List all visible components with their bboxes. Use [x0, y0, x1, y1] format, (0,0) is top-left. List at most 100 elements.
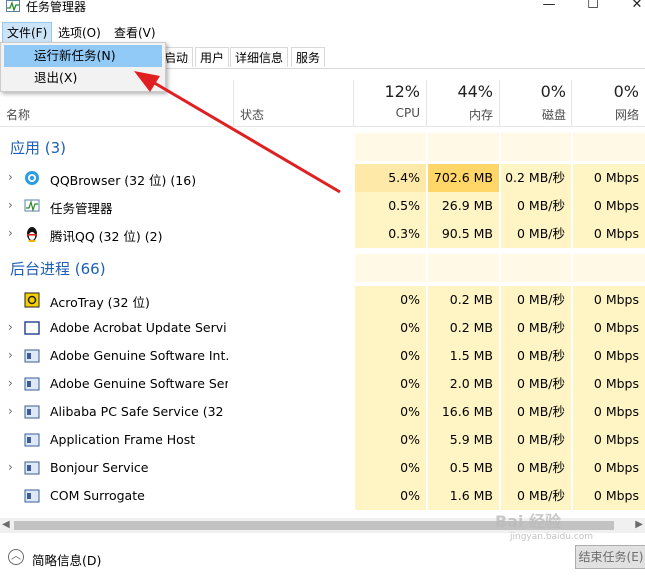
- mem-cell: 0.2 MB: [427, 314, 499, 342]
- menu-options[interactable]: 选项(O): [54, 23, 105, 42]
- header-cpu-percent[interactable]: 12%: [354, 82, 420, 101]
- acrotray-icon: [24, 292, 40, 308]
- fewer-details-link[interactable]: 简略信息(D): [32, 550, 101, 569]
- net-cell: 0 Mbps: [572, 164, 645, 192]
- header-net[interactable]: 网络: [572, 106, 639, 123]
- cpu-cell: 0%: [354, 314, 426, 342]
- process-name: Alibaba PC Safe Service (32 ...: [50, 404, 228, 419]
- mem-cell: 5.9 MB: [427, 426, 499, 454]
- header-net-percent[interactable]: 0%: [572, 82, 639, 101]
- process-row-task-manager[interactable]: › 任务管理器 0.5% 26.9 MB 0 MB/秒 0 Mbps: [0, 192, 645, 220]
- cpu-cell: 0%: [354, 482, 426, 510]
- process-row-adobe-genuine-ser[interactable]: › Adobe Genuine Software Ser... 0% 2.0 M…: [0, 370, 645, 398]
- disk-cell: 0 MB/秒: [500, 426, 571, 454]
- disk-cell: 0 MB/秒: [500, 370, 571, 398]
- cpu-cell: 0%: [354, 370, 426, 398]
- watermark-brand: Bai 经验: [495, 512, 562, 531]
- chevron-right-icon[interactable]: ›: [8, 198, 13, 212]
- header-mem[interactable]: 内存: [427, 106, 493, 123]
- chevron-right-icon[interactable]: ›: [8, 170, 13, 184]
- menu-item-exit[interactable]: 退出(X): [4, 67, 162, 89]
- net-cell: 0 Mbps: [572, 286, 645, 314]
- chevron-right-icon[interactable]: ›: [8, 376, 13, 390]
- net-cell: 0 Mbps: [572, 482, 645, 510]
- minimize-button[interactable]: —: [532, 0, 566, 13]
- heat-cell: [500, 254, 571, 282]
- process-row-qqbrowser[interactable]: › QQBrowser (32 位) (16) 5.4% 702.6 MB 0.…: [0, 164, 645, 192]
- scroll-right-icon[interactable]: ▶: [635, 519, 643, 530]
- heat-cell: [572, 133, 645, 161]
- title-bar: 任务管理器 — ☐ ✕: [0, 0, 645, 14]
- task-manager-icon: [24, 199, 40, 213]
- process-row-adobe-genuine-int[interactable]: › Adobe Genuine Software Int... 0% 1.5 M…: [0, 342, 645, 370]
- cpu-cell: 0.3%: [354, 220, 426, 248]
- process-row-acrotray[interactable]: AcroTray (32 位) 0% 0.2 MB 0 MB/秒 0 Mbps: [0, 286, 645, 314]
- task-manager-icon: [6, 0, 20, 12]
- chevron-right-icon[interactable]: ›: [8, 320, 13, 334]
- process-name: COM Surrogate: [50, 488, 145, 503]
- service-window-icon: [24, 461, 40, 475]
- process-row-com-surrogate[interactable]: COM Surrogate 0% 1.6 MB 0 MB/秒 0 Mbps: [0, 482, 645, 510]
- tab-details[interactable]: 详细信息: [230, 47, 289, 67]
- header-mem-percent[interactable]: 44%: [427, 82, 493, 101]
- mem-cell: 16.6 MB: [427, 398, 499, 426]
- cpu-cell: 0%: [354, 454, 426, 482]
- net-cell: 0 Mbps: [572, 398, 645, 426]
- heat-cell: [354, 133, 426, 161]
- process-name: Adobe Genuine Software Int...: [50, 348, 228, 363]
- heat-cell: [354, 254, 426, 282]
- chevron-right-icon[interactable]: ›: [8, 348, 13, 362]
- scroll-left-icon[interactable]: ◀: [2, 519, 10, 530]
- disk-cell: 0.2 MB/秒: [500, 164, 571, 192]
- header-disk-percent[interactable]: 0%: [500, 82, 566, 101]
- header-name[interactable]: 名称: [6, 106, 30, 123]
- chevron-right-icon[interactable]: ›: [8, 226, 13, 240]
- process-row-qq[interactable]: › 腾讯QQ (32 位) (2) 0.3% 90.5 MB 0 MB/秒 0 …: [0, 220, 645, 248]
- process-row-adobe-acrobat-update[interactable]: › Adobe Acrobat Update Servi... 0% 0.2 M…: [0, 314, 645, 342]
- cpu-cell: 0%: [354, 426, 426, 454]
- heat-cell: [572, 254, 645, 282]
- process-name: Application Frame Host: [50, 432, 196, 447]
- menu-file[interactable]: 文件(F): [2, 22, 53, 43]
- maximize-button[interactable]: ☐: [576, 0, 610, 13]
- tab-users[interactable]: 用户: [195, 47, 230, 67]
- chevron-right-icon[interactable]: ›: [8, 404, 13, 418]
- header-cpu[interactable]: CPU: [354, 106, 420, 120]
- process-row-application-frame-host[interactable]: Application Frame Host 0% 5.9 MB 0 MB/秒 …: [0, 426, 645, 454]
- service-window-icon: [24, 349, 40, 363]
- mem-cell: 2.0 MB: [427, 370, 499, 398]
- net-cell: 0 Mbps: [572, 342, 645, 370]
- column-divider[interactable]: [233, 80, 234, 126]
- process-row-alibaba-pc-safe[interactable]: › Alibaba PC Safe Service (32 ... 0% 16.…: [0, 398, 645, 426]
- close-button[interactable]: ✕: [620, 0, 645, 13]
- process-name: Adobe Genuine Software Ser...: [50, 376, 228, 391]
- process-name: Bonjour Service: [50, 460, 149, 475]
- heat-cell: [500, 133, 571, 161]
- chevron-right-icon[interactable]: ›: [8, 460, 13, 474]
- chevron-up-icon[interactable]: ︿: [8, 549, 24, 565]
- service-window-icon: [24, 489, 40, 503]
- cpu-cell: 0%: [354, 286, 426, 314]
- net-cell: 0 Mbps: [572, 192, 645, 220]
- process-name: QQBrowser (32 位) (16): [50, 173, 197, 188]
- disk-cell: 0 MB/秒: [500, 314, 571, 342]
- process-row-bonjour-service[interactable]: › Bonjour Service 0% 0.5 MB 0 MB/秒 0 Mbp…: [0, 454, 645, 482]
- disk-cell: 0 MB/秒: [500, 220, 571, 248]
- service-window-icon: [24, 405, 40, 419]
- header-disk[interactable]: 磁盘: [500, 106, 566, 123]
- tab-services[interactable]: 服务: [291, 47, 326, 67]
- service-window-icon: [24, 321, 40, 335]
- group-title-apps: 应用 (3): [10, 139, 67, 157]
- cpu-cell: 0%: [354, 342, 426, 370]
- service-window-icon: [24, 377, 40, 391]
- menu-bar: 文件(F) 选项(O) 查看(V): [0, 20, 645, 43]
- menu-view[interactable]: 查看(V): [110, 23, 160, 42]
- net-cell: 0 Mbps: [572, 220, 645, 248]
- end-task-button[interactable]: 结束任务(E): [575, 545, 645, 569]
- header-status[interactable]: 状态: [240, 106, 264, 123]
- menu-item-run-new-task[interactable]: 运行新任务(N): [4, 45, 162, 67]
- disk-cell: 0 MB/秒: [500, 286, 571, 314]
- disk-cell: 0 MB/秒: [500, 342, 571, 370]
- footer: ︿ 简略信息(D) 结束任务(E): [0, 540, 645, 581]
- cpu-cell: 0.5%: [354, 192, 426, 220]
